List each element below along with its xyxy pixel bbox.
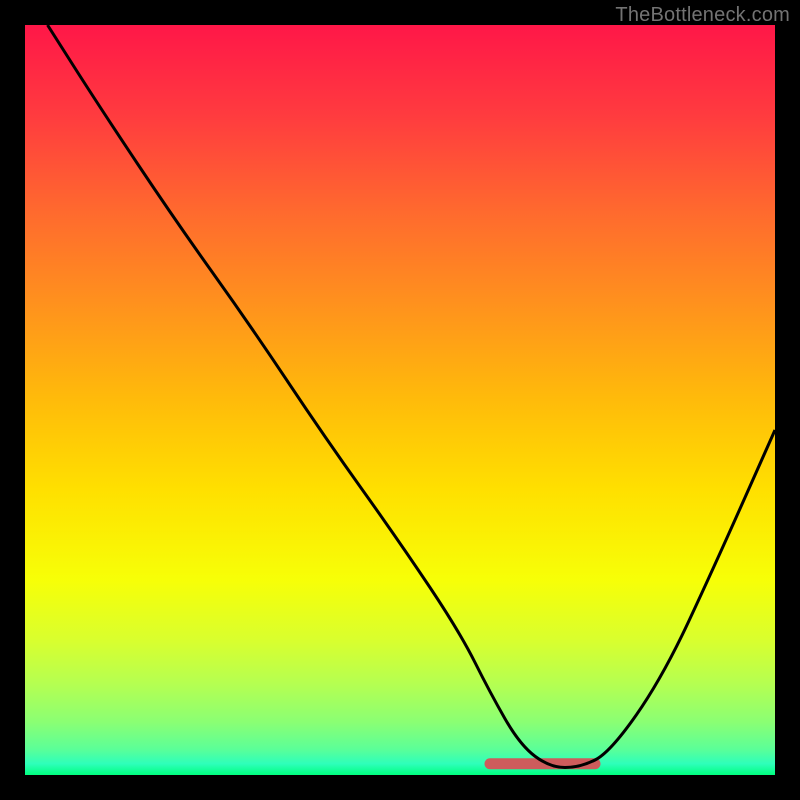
heatmap-canvas xyxy=(25,25,775,775)
bottleneck-curve-path xyxy=(48,25,776,768)
bottleneck-curve-svg xyxy=(25,25,775,775)
attribution-label: TheBottleneck.com xyxy=(615,4,790,27)
outer-black-frame: TheBottleneck.com xyxy=(0,0,800,800)
